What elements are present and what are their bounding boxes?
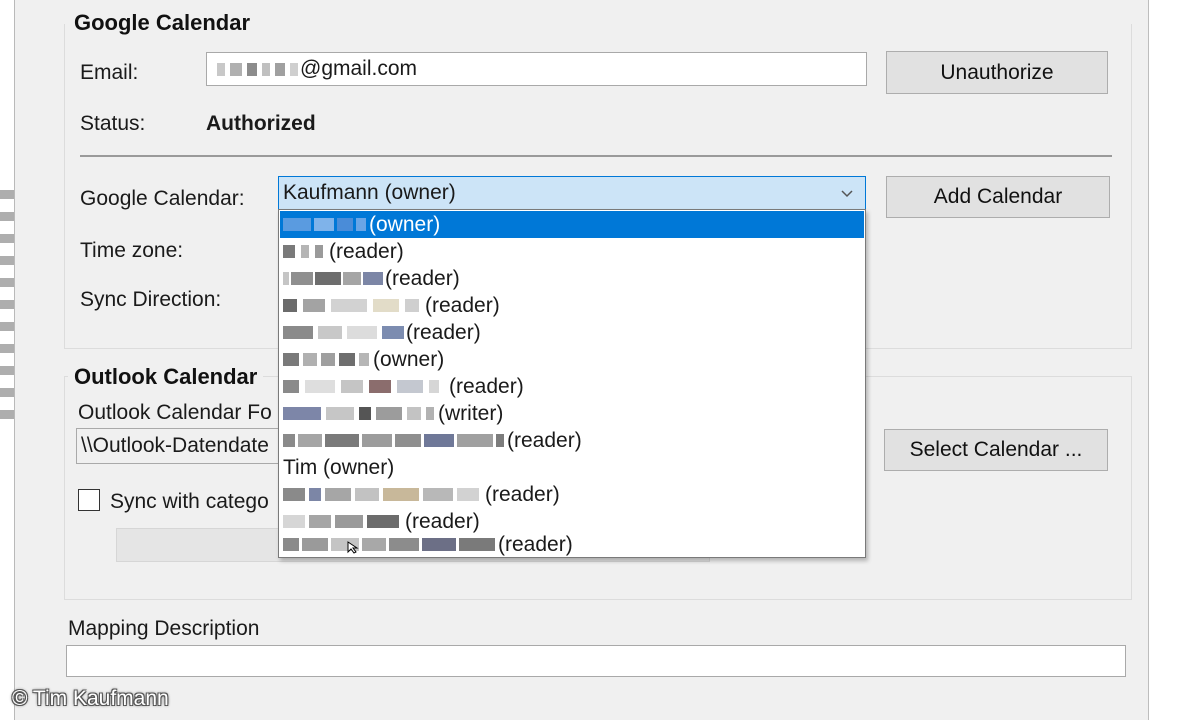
email-label: Email: (80, 61, 139, 84)
dropdown-item[interactable]: (owner) (280, 346, 864, 373)
left-edge-mark (0, 212, 14, 221)
google-calendar-selected-value: Kaufmann (owner) (283, 181, 456, 204)
dropdown-item[interactable]: (reader) (280, 427, 864, 454)
sync-categories-label: Sync with catego (110, 490, 269, 513)
dropdown-item-label: (reader) (449, 375, 524, 398)
left-window-edge (0, 0, 15, 720)
dropdown-item[interactable]: (reader) (280, 533, 864, 557)
left-edge-mark (0, 322, 14, 331)
dropdown-item-label: (reader) (329, 240, 404, 263)
dropdown-item-label: Tim (owner) (283, 456, 395, 479)
email-domain-text: @gmail.com (300, 57, 418, 80)
redacted-calendar-name (283, 326, 404, 339)
section-divider (80, 155, 1112, 157)
redacted-calendar-name (283, 272, 383, 285)
dropdown-item-label: (owner) (373, 348, 445, 371)
left-edge-mark (0, 410, 14, 419)
redacted-calendar-name (283, 380, 439, 393)
mapping-description-label: Mapping Description (68, 617, 260, 640)
dropdown-item-label: (reader) (405, 510, 480, 533)
mouse-cursor-icon (346, 540, 360, 559)
status-value: Authorized (206, 112, 316, 135)
dropdown-item-label: (reader) (485, 483, 560, 506)
redacted-calendar-name (283, 434, 504, 447)
redacted-calendar-name (283, 299, 419, 312)
dropdown-item[interactable]: Tim (owner) (280, 454, 864, 481)
unauthorize-button[interactable]: Unauthorize (886, 51, 1108, 94)
left-edge-mark (0, 344, 14, 353)
dropdown-item[interactable]: (reader) (280, 238, 864, 265)
redacted-calendar-name (283, 245, 323, 258)
dropdown-item-label: (reader) (507, 429, 582, 452)
dropdown-item-label: (reader) (425, 294, 500, 317)
outlook-folder-label: Outlook Calendar Fo (78, 401, 272, 424)
dropdown-item[interactable]: (reader) (280, 481, 864, 508)
google-calendar-label: Google Calendar: (80, 187, 245, 210)
google-calendar-group-title: Google Calendar (68, 10, 257, 36)
dropdown-item-label: (reader) (406, 321, 481, 344)
dropdown-item[interactable]: (reader) (280, 508, 864, 535)
redacted-calendar-name (283, 488, 479, 501)
redacted-calendar-name (283, 515, 399, 528)
dropdown-item[interactable]: (reader) (280, 265, 864, 292)
dropdown-item[interactable]: (owner) (280, 211, 864, 238)
status-label: Status: (80, 112, 146, 135)
email-field[interactable]: @gmail.com (206, 52, 867, 86)
dropdown-item-label: (reader) (498, 533, 573, 556)
dropdown-item[interactable]: (writer) (280, 400, 864, 427)
dropdown-item[interactable]: (reader) (280, 319, 864, 346)
redacted-calendar-name (283, 353, 369, 366)
redacted-calendar-name (283, 218, 366, 231)
dropdown-item[interactable]: (reader) (280, 292, 864, 319)
dropdown-item-label: (writer) (438, 402, 504, 425)
redacted-calendar-name (283, 407, 434, 420)
dropdown-item[interactable]: (reader) (280, 373, 864, 400)
left-edge-mark (0, 366, 14, 375)
google-calendar-dropdown-list: (owner) (reader) (reader) (reader) (read… (278, 209, 866, 558)
outlook-folder-value: \\Outlook-Datendate (81, 434, 269, 457)
right-panel (1148, 0, 1200, 720)
left-edge-mark (0, 388, 14, 397)
chevron-down-icon[interactable] (839, 183, 855, 207)
window-border (1130, 0, 1148, 720)
add-calendar-button[interactable]: Add Calendar (886, 176, 1110, 218)
left-edge-mark (0, 256, 14, 265)
left-edge-mark (0, 234, 14, 243)
outlook-calendar-group-title: Outlook Calendar (68, 364, 264, 390)
mapping-description-field[interactable] (66, 645, 1126, 677)
left-edge-mark (0, 300, 14, 309)
select-calendar-button[interactable]: Select Calendar ... (884, 429, 1108, 471)
dropdown-item-label: (reader) (385, 267, 460, 290)
dropdown-item-label: (owner) (369, 213, 441, 236)
left-edge-mark (0, 278, 14, 287)
sync-categories-checkbox[interactable] (78, 489, 100, 511)
time-zone-label: Time zone: (80, 239, 184, 262)
google-calendar-select[interactable]: Kaufmann (owner) (278, 176, 866, 210)
copyright-watermark: © Tim Kaufmann (12, 687, 169, 710)
email-redacted-part (217, 62, 298, 76)
sync-direction-label: Sync Direction: (80, 288, 222, 311)
redacted-calendar-name (283, 538, 495, 551)
left-edge-mark (0, 190, 14, 199)
